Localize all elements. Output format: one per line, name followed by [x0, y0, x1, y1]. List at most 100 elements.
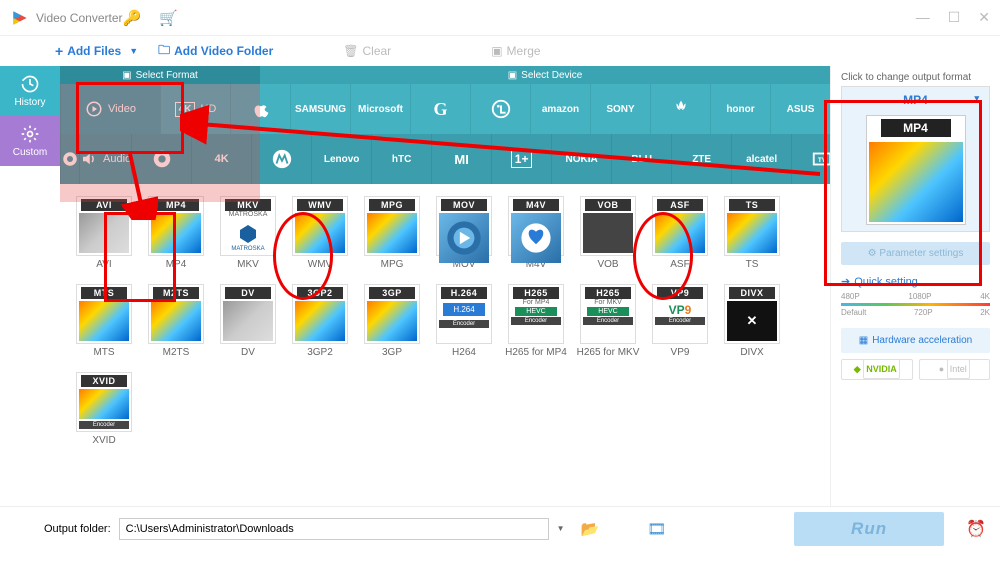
run-button[interactable]: Run	[794, 512, 944, 546]
brand-lenovo[interactable]: Lenovo	[311, 134, 371, 184]
brand-blu[interactable]: BLU	[611, 134, 671, 184]
alarm-icon[interactable]: ⏰	[966, 519, 986, 539]
play-circle-icon	[85, 100, 103, 118]
cat-video[interactable]: Video	[60, 84, 160, 134]
trash-icon: 🗑	[343, 44, 358, 58]
brand-honor[interactable]: honor	[710, 84, 770, 134]
key-icon[interactable]: 🔑	[123, 9, 142, 27]
format-mp4[interactable]: MP4MP4	[142, 196, 210, 270]
brand-amazon[interactable]: amazon	[530, 84, 590, 134]
format-3gp2[interactable]: 3GP23GP2	[286, 284, 354, 358]
format-h265-for-mkv[interactable]: H265For MKVHEVCEncoderH265 for MKV	[574, 284, 642, 358]
app-logo-icon	[10, 8, 30, 28]
device-icon: ▣	[508, 70, 517, 81]
parameter-settings-button[interactable]: ⚙ Parameter settings	[841, 242, 990, 265]
category-row-1: Video 4K HD SAMSUNGMicrosoftGamazonSONY h…	[60, 84, 830, 134]
brand-motorola[interactable]	[251, 134, 311, 184]
format-mkv[interactable]: MKVMATROSKAMATROSKAMKV	[214, 196, 282, 270]
minimize-icon[interactable]: —	[916, 9, 930, 26]
brand-htc[interactable]: hTC	[371, 134, 431, 184]
toolbar: + Add Files ▼ 🗀 Add Video Folder 🗑 Clear…	[0, 36, 1000, 66]
service-icons: 🔑 🛒	[123, 9, 178, 27]
brand-asus[interactable]: ASUS	[770, 84, 830, 134]
folder-icon: 🗀	[158, 41, 170, 62]
open-folder-icon[interactable]: 📂	[581, 520, 600, 538]
titlebar: Video Converter 🔑 🛒 — ☐ ✕	[0, 0, 1000, 36]
format-wmv[interactable]: WMVWMV	[286, 196, 354, 270]
format-h265-for-mp4[interactable]: H265For MP4HEVCEncoderH265 for MP4	[502, 284, 570, 358]
brand-samsung[interactable]: SAMSUNG	[290, 84, 350, 134]
cart-icon[interactable]: 🛒	[159, 9, 178, 27]
brand-alcatel[interactable]: alcatel	[731, 134, 791, 184]
tab-select-device[interactable]: ▣Select Device	[260, 66, 830, 84]
gear-icon	[20, 124, 40, 144]
custom-button[interactable]: Custom	[0, 116, 60, 166]
folder-dropdown-icon[interactable]: ▼	[557, 524, 565, 533]
brand-lg[interactable]	[470, 84, 530, 134]
app-title: Video Converter	[36, 11, 123, 25]
format-ts[interactable]: TSTS	[718, 196, 786, 270]
cat-hd[interactable]: 4K HD	[160, 84, 230, 134]
svg-text:TV: TV	[818, 157, 827, 164]
format-3gp[interactable]: 3GP3GP	[358, 284, 426, 358]
format-mov[interactable]: MOVMOV	[430, 196, 498, 270]
output-format-title: Click to change output format	[841, 72, 990, 83]
category-row-2: Audio 4K LenovohTCMI1+NOKIABLUZTEalcatel T…	[60, 134, 830, 184]
format-m2ts[interactable]: M2TSM2TS	[142, 284, 210, 358]
main-panel: ▣Select Format ▣Select Device Video 4K H…	[60, 66, 830, 506]
quick-setting-label: ➔ Quick setting	[841, 275, 990, 288]
brand-microsoft[interactable]: Microsoft	[350, 84, 410, 134]
output-format-selector[interactable]: MP4 MP4	[841, 86, 990, 232]
output-folder-input[interactable]	[119, 518, 549, 540]
speaker-icon	[80, 150, 98, 168]
output-format-value: MP4	[848, 93, 983, 111]
maximize-icon[interactable]: ☐	[948, 9, 961, 26]
close-icon[interactable]: ✕	[978, 9, 990, 26]
tab-select-format[interactable]: ▣Select Format	[60, 66, 260, 84]
video-list-icon[interactable]: 🎞	[647, 520, 666, 538]
brand-sony[interactable]: SONY	[590, 84, 650, 134]
quick-setting-scale[interactable]: 480P1080P4K Default720P2K	[841, 292, 990, 322]
output-format-preview: MP4	[866, 115, 966, 225]
plus-icon: +	[55, 43, 63, 59]
format-asf[interactable]: ASFASF	[646, 196, 714, 270]
format-avi[interactable]: AVIAVI	[70, 196, 138, 270]
hardware-accel-button[interactable]: ▦ Hardware acceleration	[841, 328, 990, 353]
history-icon	[20, 74, 40, 94]
brand-zte[interactable]: ZTE	[671, 134, 731, 184]
right-panel: Click to change output format MP4 MP4 ⚙ …	[830, 66, 1000, 506]
format-mpg[interactable]: MPGMPG	[358, 196, 426, 270]
brand-chrome[interactable]	[131, 134, 191, 184]
brand-oneplus[interactable]: 1+	[491, 134, 551, 184]
brand-huawei[interactable]	[650, 84, 710, 134]
brand-nokia[interactable]: NOKIA	[551, 134, 611, 184]
format-dv[interactable]: DVDV	[214, 284, 282, 358]
brand-xiaomi[interactable]: MI	[431, 134, 491, 184]
cat-audio[interactable]: Audio	[79, 134, 131, 184]
history-button[interactable]: History	[0, 66, 60, 116]
format-icon: ▣	[122, 70, 131, 81]
format-xvid[interactable]: XVIDEncoderXVID	[70, 372, 138, 446]
format-mts[interactable]: MTSMTS	[70, 284, 138, 358]
add-folder-button[interactable]: 🗀 Add Video Folder	[158, 41, 273, 62]
brand-4k[interactable]: 4K	[191, 134, 251, 184]
clear-button[interactable]: 🗑 Clear	[343, 44, 391, 58]
brand-google[interactable]: G	[410, 84, 470, 134]
tabs-row: ▣Select Format ▣Select Device	[60, 66, 830, 84]
cat-web[interactable]	[60, 134, 79, 184]
nvidia-badge: ◆ NVIDIA	[841, 359, 913, 380]
format-vp9[interactable]: VP9VP9EncoderVP9	[646, 284, 714, 358]
chevron-down-icon[interactable]: ▼	[129, 46, 138, 56]
format-grid: AVIAVIMP4MP4MKVMATROSKAMATROSKAMKVWMVWMV…	[60, 184, 830, 458]
format-vob[interactable]: VOBVOB	[574, 196, 642, 270]
left-sidebar: History Custom	[0, 66, 60, 506]
merge-button[interactable]: ▣ Merge	[491, 44, 540, 58]
format-m4v[interactable]: M4VM4V	[502, 196, 570, 270]
window-controls: — ☐ ✕	[916, 9, 990, 26]
add-files-button[interactable]: + Add Files ▼	[55, 43, 138, 59]
format-divx[interactable]: DIVX✕DIVX	[718, 284, 786, 358]
brand-tv[interactable]: TV	[791, 134, 830, 184]
brand-apple[interactable]	[230, 84, 290, 134]
format-h264[interactable]: H.264H.264EncoderH264	[430, 284, 498, 358]
merge-icon: ▣	[491, 44, 502, 58]
